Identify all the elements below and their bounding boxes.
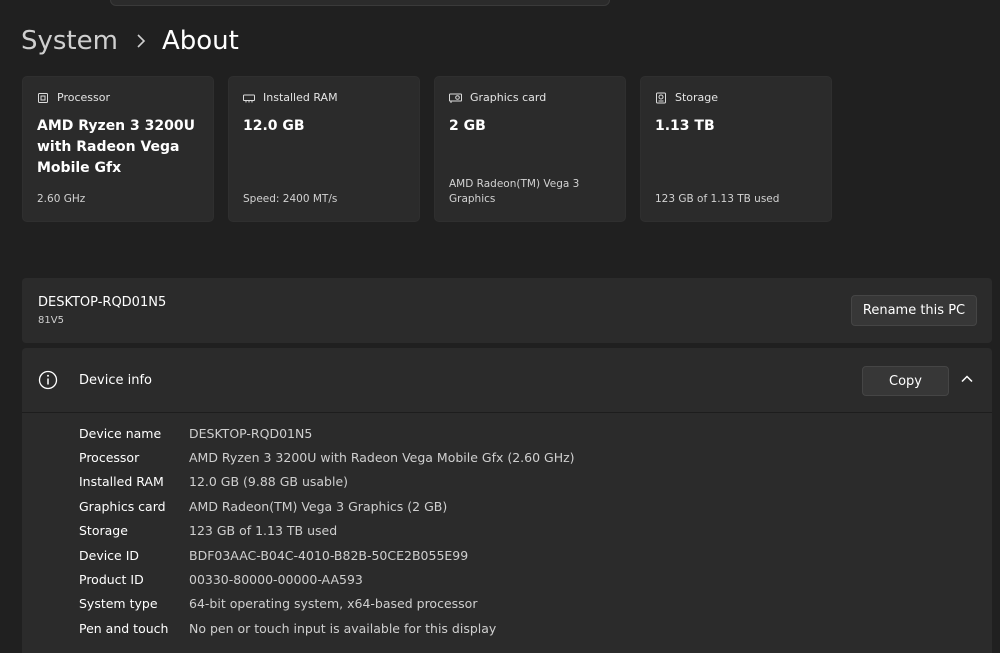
rename-pc-button[interactable]: Rename this PC: [851, 295, 977, 326]
page-title: About: [161, 26, 239, 56]
info-row-pen-and-touch: Pen and touch No pen or touch input is a…: [79, 616, 575, 640]
info-value: 123 GB of 1.13 TB used: [189, 523, 338, 539]
copy-button[interactable]: Copy: [862, 366, 949, 396]
spec-value: 1.13 TB: [655, 118, 715, 134]
info-value: AMD Radeon(TM) Vega 3 Graphics (2 GB): [189, 498, 448, 514]
info-row-processor: Processor AMD Ryzen 3 3200U with Radeon …: [79, 445, 575, 469]
spec-card-ram: Installed RAM 12.0 GB Speed: 2400 MT/s: [228, 76, 420, 222]
info-label: Installed RAM: [79, 474, 164, 490]
chevron-up-icon[interactable]: [960, 372, 974, 386]
spec-card-storage: Storage 1.13 TB 123 GB of 1.13 TB used: [640, 76, 832, 222]
search-box[interactable]: [110, 0, 610, 6]
device-info-panel: Device info Copy Device name DESKTOP-RQD…: [22, 348, 992, 653]
pc-name-panel: DESKTOP-RQD01N5 81V5 Rename this PC: [22, 278, 992, 343]
storage-icon: [656, 92, 666, 103]
chevron-right-icon: [136, 34, 146, 48]
processor-icon: [38, 92, 48, 103]
info-label: System type: [79, 596, 158, 612]
spec-value: 12.0 GB: [243, 118, 305, 134]
pc-name: DESKTOP-RQD01N5: [38, 295, 167, 310]
info-label: Graphics card: [79, 498, 166, 514]
breadcrumb: System About: [21, 24, 239, 58]
spec-card-processor: Processor AMD Ryzen 3 3200U with Radeon …: [22, 76, 214, 222]
info-label: Device ID: [79, 547, 140, 563]
spec-value: 2 GB: [449, 118, 486, 134]
info-label: Storage: [79, 523, 128, 539]
graphics-card-icon: [449, 93, 462, 103]
info-label: Product ID: [79, 572, 144, 588]
info-row-system-type: System type 64-bit operating system, x64…: [79, 592, 575, 616]
pc-model: 81V5: [38, 315, 64, 326]
spec-label: Installed RAM: [263, 91, 338, 104]
info-value: 00330-80000-00000-AA593: [189, 572, 363, 588]
info-row-storage: Storage 123 GB of 1.13 TB used: [79, 519, 575, 543]
breadcrumb-system[interactable]: System: [21, 26, 118, 56]
info-row-device-name: Device name DESKTOP-RQD01N5: [79, 421, 575, 445]
spec-label: Storage: [675, 91, 719, 104]
device-info-header[interactable]: Device info Copy: [22, 348, 992, 413]
spec-label: Processor: [57, 91, 110, 104]
device-info-table: Device name DESKTOP-RQD01N5 Processor AM…: [79, 421, 575, 641]
info-row-device-id: Device ID BDF03AAC-B04C-4010-B82B-50CE2B…: [79, 543, 575, 567]
spec-sub: AMD Radeon(TM) Vega 3 Graphics: [449, 178, 580, 205]
spec-sub: Speed: 2400 MT/s: [243, 193, 338, 205]
info-label: Device name: [79, 425, 162, 441]
spec-label: Graphics card: [470, 91, 547, 104]
info-value: DESKTOP-RQD01N5: [189, 425, 313, 441]
info-row-graphics-card: Graphics card AMD Radeon(TM) Vega 3 Grap…: [79, 494, 575, 518]
info-value: AMD Ryzen 3 3200U with Radeon Vega Mobil…: [189, 450, 575, 466]
info-value: BDF03AAC-B04C-4010-B82B-50CE2B055E99: [189, 547, 469, 563]
spec-sub: 2.60 GHz: [37, 193, 86, 205]
info-icon: [38, 370, 58, 390]
spec-card-graphics: Graphics card 2 GB AMD Radeon(TM) Vega 3…: [434, 76, 626, 222]
memory-icon: [243, 94, 255, 102]
info-label: Processor: [79, 450, 140, 466]
info-label: Pen and touch: [79, 620, 169, 636]
device-info-title: Device info: [79, 373, 152, 388]
info-row-installed-ram: Installed RAM 12.0 GB (9.88 GB usable): [79, 470, 575, 494]
spec-value: AMD Ryzen 3 3200U with Radeon Vega Mobil…: [37, 118, 195, 176]
info-value: 64-bit operating system, x64-based proce…: [189, 596, 478, 612]
info-row-product-id: Product ID 00330-80000-00000-AA593: [79, 567, 575, 591]
info-value: No pen or touch input is available for t…: [189, 620, 497, 636]
info-value: 12.0 GB (9.88 GB usable): [189, 474, 349, 490]
spec-sub: 123 GB of 1.13 TB used: [655, 193, 780, 205]
